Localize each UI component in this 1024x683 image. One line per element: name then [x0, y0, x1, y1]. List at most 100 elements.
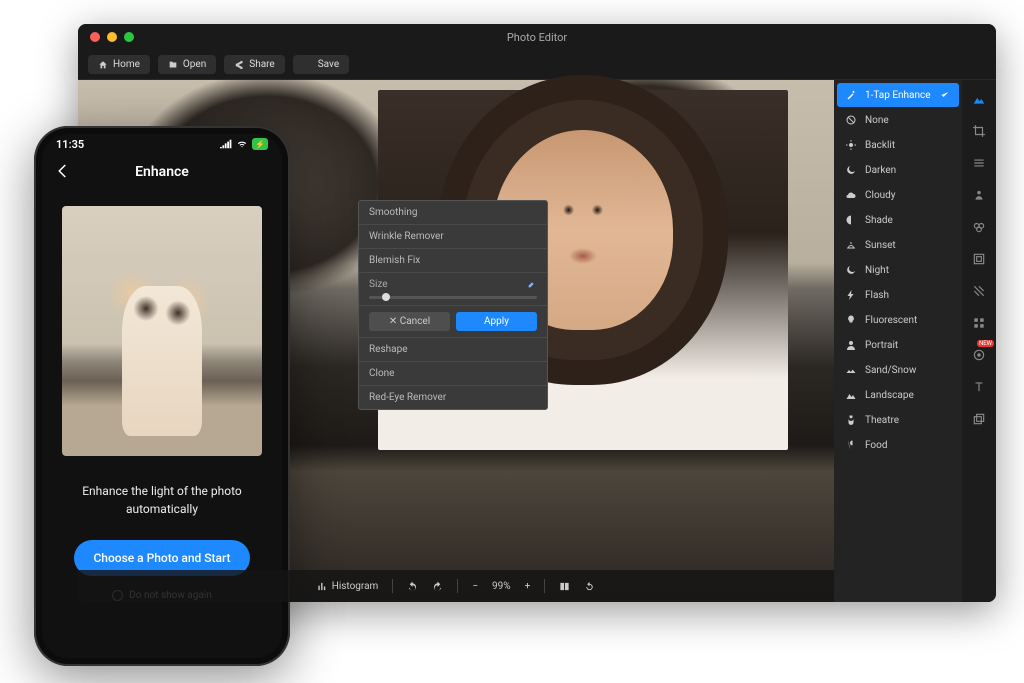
compare-button[interactable] — [559, 581, 570, 592]
phone-description: Enhance the light of the photo automatic… — [68, 482, 256, 518]
back-button[interactable] — [54, 162, 72, 184]
home-icon — [98, 60, 108, 70]
right-tool-rail: NEW — [962, 80, 996, 602]
retouch-size-slider[interactable] — [369, 296, 537, 299]
enhance-fluorescent[interactable]: Fluorescent — [837, 308, 959, 332]
zoom-in-button[interactable]: + — [525, 581, 531, 592]
share-icon — [234, 60, 244, 70]
retouch-actions: ✕ Cancel Apply — [359, 306, 547, 338]
enhance-cloudy[interactable]: Cloudy — [837, 183, 959, 207]
undo-icon — [407, 581, 418, 592]
undo-button[interactable] — [407, 581, 418, 592]
save-button[interactable]: Save — [293, 55, 349, 74]
open-icon — [168, 60, 178, 70]
status-bar: 11:35 ⚡ — [42, 134, 282, 154]
zoom-out-button[interactable]: − — [472, 581, 478, 592]
enhance-preset-list: 1-Tap Enhance None Backlit Darken Cloudy — [834, 80, 962, 602]
battery-icon: ⚡ — [252, 138, 268, 150]
enhance-none[interactable]: None — [837, 108, 959, 132]
open-button[interactable]: Open — [158, 55, 216, 74]
phone-title: Enhance — [135, 164, 189, 180]
night-icon — [845, 264, 857, 276]
home-label: Home — [113, 59, 140, 70]
tool-portrait[interactable] — [966, 182, 992, 208]
enhance-1tap[interactable]: 1-Tap Enhance — [837, 83, 959, 107]
save-label: Save — [318, 59, 339, 70]
retouch-blemish[interactable]: Blemish Fix — [359, 249, 547, 273]
theatre-icon — [845, 414, 857, 426]
redo-button[interactable] — [432, 581, 443, 592]
moon-icon — [845, 164, 857, 176]
enhance-theatre[interactable]: Theatre — [837, 408, 959, 432]
texture-icon — [972, 284, 986, 298]
text-icon — [972, 380, 986, 394]
mountain-icon — [972, 92, 986, 106]
tool-elements[interactable] — [966, 310, 992, 336]
retouch-clone[interactable]: Clone — [359, 362, 547, 386]
main-toolbar: Home Open Share Save — [78, 50, 996, 80]
share-button[interactable]: Share — [224, 55, 284, 74]
new-badge: NEW — [977, 340, 994, 347]
redo-icon — [432, 581, 443, 592]
tool-effects[interactable] — [966, 214, 992, 240]
enhance-backlit[interactable]: Backlit — [837, 133, 959, 157]
tool-frame[interactable] — [966, 246, 992, 272]
enhance-night[interactable]: Night — [837, 258, 959, 282]
retouch-redeye[interactable]: Red-Eye Remover — [359, 386, 547, 409]
shade-icon — [845, 214, 857, 226]
frame-icon — [972, 252, 986, 266]
adjust-icon — [972, 156, 986, 170]
retouch-reshape[interactable]: Reshape — [359, 338, 547, 362]
enhance-portrait[interactable]: Portrait — [837, 333, 959, 357]
backlit-icon — [845, 139, 857, 151]
tool-ai[interactable]: NEW — [966, 342, 992, 368]
reset-icon — [584, 581, 595, 592]
zoom-level[interactable]: 99% — [492, 581, 511, 592]
retouch-cancel-button[interactable]: ✕ Cancel — [369, 312, 450, 331]
share-label: Share — [249, 59, 274, 70]
wifi-icon — [236, 139, 248, 149]
tool-texture[interactable] — [966, 278, 992, 304]
retouch-wrinkle[interactable]: Wrinkle Remover — [359, 225, 547, 249]
tool-batch[interactable] — [966, 406, 992, 432]
save-icon — [303, 60, 313, 70]
bulb-icon — [845, 314, 857, 326]
enhance-sandsnow[interactable]: Sand/Snow — [837, 358, 959, 382]
portrait-icon — [845, 339, 857, 351]
layers-icon — [972, 412, 986, 426]
retouch-smoothing[interactable]: Smoothing — [359, 201, 547, 225]
status-time: 11:35 — [56, 138, 84, 151]
canvas-bottombar: Histogram − 99% + — [78, 570, 834, 602]
enhance-shade[interactable]: Shade — [837, 208, 959, 232]
back-arrow-icon — [54, 162, 72, 180]
compare-icon — [559, 581, 570, 592]
tool-adjust[interactable] — [966, 150, 992, 176]
person-icon — [972, 188, 986, 202]
none-icon — [845, 114, 857, 126]
food-icon — [845, 439, 857, 451]
enhance-darken[interactable]: Darken — [837, 158, 959, 182]
histogram-toggle[interactable]: Histogram — [317, 581, 379, 592]
enhance-flash[interactable]: Flash — [837, 283, 959, 307]
reset-button[interactable] — [584, 581, 595, 592]
titlebar: Photo Editor — [78, 24, 996, 50]
retouch-apply-button[interactable]: Apply — [456, 312, 537, 331]
target-icon — [972, 348, 986, 362]
tool-text[interactable] — [966, 374, 992, 400]
home-button[interactable]: Home — [88, 55, 150, 74]
phone-header: Enhance — [42, 154, 282, 190]
tool-crop[interactable] — [966, 118, 992, 144]
landscape-icon — [845, 389, 857, 401]
tool-enhance[interactable] — [966, 86, 992, 112]
enhance-sunset[interactable]: Sunset — [837, 233, 959, 257]
cloud-icon — [845, 189, 857, 201]
wand-icon — [845, 89, 857, 101]
sunset-icon — [845, 239, 857, 251]
histogram-icon — [317, 581, 328, 592]
enhance-food[interactable]: Food — [837, 433, 959, 457]
enhance-landscape[interactable]: Landscape — [837, 383, 959, 407]
grid-icon — [972, 316, 986, 330]
eyedropper-icon[interactable] — [527, 279, 537, 289]
phone-sample-photo — [62, 206, 262, 456]
retouch-size-label: Size — [369, 279, 388, 290]
